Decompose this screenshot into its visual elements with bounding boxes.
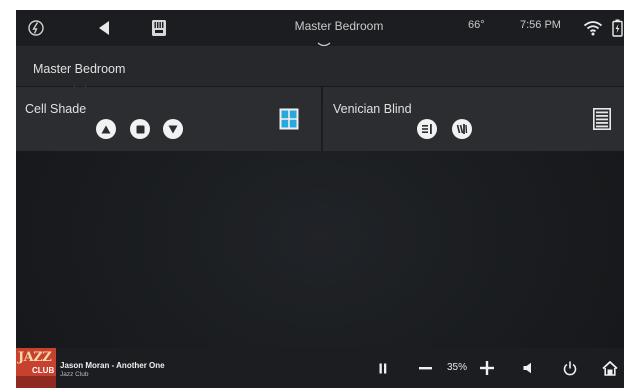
track-title[interactable]: Jason Moran - Another One (60, 361, 165, 370)
slats-tilt-icon (456, 124, 468, 134)
album-art-stripe (16, 376, 56, 388)
power-icon (563, 361, 577, 375)
pause-button[interactable] (376, 358, 390, 378)
room-selector[interactable]: Master Bedroom (16, 46, 624, 91)
power-button[interactable] (562, 358, 578, 378)
remote-icon[interactable] (147, 16, 171, 40)
album-art-text-top: JAZZ (18, 350, 52, 365)
home-icon[interactable] (600, 358, 620, 378)
source-name[interactable]: Jazz Club (60, 371, 89, 378)
wifi-icon (582, 16, 604, 40)
temperature-readout: 66° (468, 19, 485, 31)
blind-icon[interactable] (593, 108, 611, 135)
shade-label: Venician Blind (333, 102, 412, 116)
pause-icon (379, 363, 387, 373)
shade-up-button[interactable] (96, 119, 116, 139)
triangle-down-icon (168, 125, 178, 133)
current-room-title[interactable]: Master Bedroom (274, 19, 404, 33)
now-playing-bar: JAZZ CLUB Jason Moran - Another One Jazz… (16, 348, 624, 388)
album-art[interactable]: JAZZ CLUB (16, 348, 56, 388)
clock: 7:56 PM (520, 19, 561, 31)
touch-panel-screen: Master Bedroom 66° 7:56 PM Master Bedroo… (16, 10, 624, 388)
volume-down-button[interactable] (417, 358, 433, 378)
slats-open-button[interactable] (417, 119, 437, 139)
minus-icon (418, 366, 432, 369)
back-icon[interactable] (92, 16, 116, 40)
logo-icon[interactable] (24, 16, 48, 40)
stop-icon (136, 125, 144, 133)
album-art-text-bottom: CLUB (32, 366, 55, 375)
shade-tile-venician-blind[interactable]: Venician Blind (323, 87, 624, 151)
slats-close-button[interactable] (452, 119, 472, 139)
shade-stop-button[interactable] (130, 119, 150, 139)
shade-down-button[interactable] (163, 119, 183, 139)
shade-tile-cell-shade[interactable]: Cell Shade (16, 87, 322, 151)
speaker-icon[interactable] (521, 358, 535, 378)
top-status-bar: Master Bedroom 66° 7:56 PM (16, 10, 624, 47)
volume-level: 35% (447, 362, 468, 373)
window-icon[interactable] (279, 108, 299, 135)
room-selector-label[interactable]: Master Bedroom (33, 62, 125, 76)
slats-open-icon (422, 124, 432, 134)
volume-up-button[interactable] (479, 358, 495, 378)
triangle-up-icon (101, 125, 111, 133)
plus-icon (480, 361, 494, 375)
battery-icon (610, 16, 624, 40)
shade-label: Cell Shade (25, 102, 87, 116)
